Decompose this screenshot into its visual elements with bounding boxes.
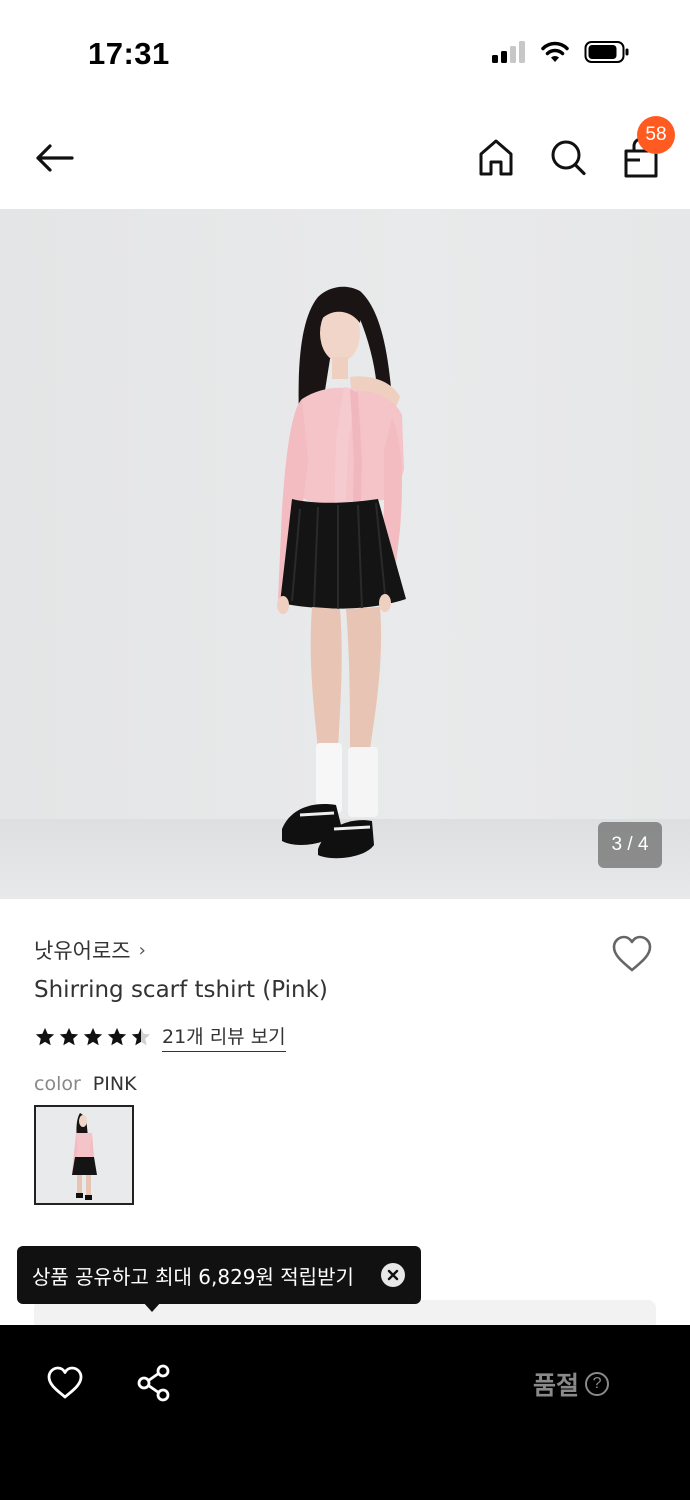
heart-icon[interactable] [46, 1365, 84, 1401]
nav-bar [0, 110, 690, 208]
model-photo [277, 286, 406, 859]
brand-link[interactable]: 낫유어로즈 › [34, 935, 146, 965]
battery-icon [584, 41, 629, 63]
back-arrow-icon[interactable] [30, 138, 80, 178]
bottom-action-bar: 품절 ? [0, 1325, 690, 1500]
status-bar: 17:31 [0, 0, 690, 110]
cart-count-badge: 58 [637, 116, 675, 154]
brand-name: 낫유어로즈 [34, 939, 131, 963]
star-icon [107, 1027, 127, 1046]
home-icon[interactable] [476, 136, 516, 178]
status-time: 17:31 [88, 36, 170, 71]
image-counter: 3 / 4 [598, 822, 662, 868]
rating-row: 21개 리뷰 보기 [34, 1022, 286, 1052]
help-icon[interactable]: ? [585, 1372, 610, 1396]
signal-icon [492, 41, 525, 63]
share-reward-tooltip: 상품 공유하고 최대 6,829원 적립받기 [17, 1246, 421, 1304]
star-icon [35, 1027, 55, 1046]
search-icon[interactable] [548, 136, 588, 178]
tooltip-text: 상품 공유하고 최대 6,829원 적립받기 [32, 1264, 354, 1289]
close-icon[interactable] [381, 1263, 405, 1287]
star-rating [34, 1026, 152, 1048]
soldout-label: 품절 [533, 1371, 580, 1400]
wifi-icon [541, 41, 569, 62]
chevron-right-icon: › [138, 939, 146, 961]
tooltip-arrow [143, 1302, 161, 1312]
product-image[interactable]: 3 / 4 [0, 209, 690, 899]
review-link[interactable]: 21개 리뷰 보기 [162, 1022, 286, 1052]
color-row: color PINK [34, 1073, 137, 1095]
share-icon[interactable] [135, 1363, 173, 1403]
half-star-icon [131, 1027, 151, 1046]
color-value: PINK [92, 1073, 137, 1095]
product-name: Shirring scarf tshirt (Pink) [34, 977, 328, 1003]
wishlist-heart-icon[interactable] [610, 933, 654, 975]
status-icons [490, 40, 630, 64]
close-x-glyph [387, 1269, 399, 1281]
soldout-status: 품절 ? [533, 1366, 610, 1402]
star-icon [83, 1027, 103, 1046]
color-swatch[interactable] [34, 1105, 134, 1205]
color-label: color [34, 1073, 81, 1095]
star-icon [59, 1027, 79, 1046]
swatch-thumbnail [36, 1107, 132, 1203]
